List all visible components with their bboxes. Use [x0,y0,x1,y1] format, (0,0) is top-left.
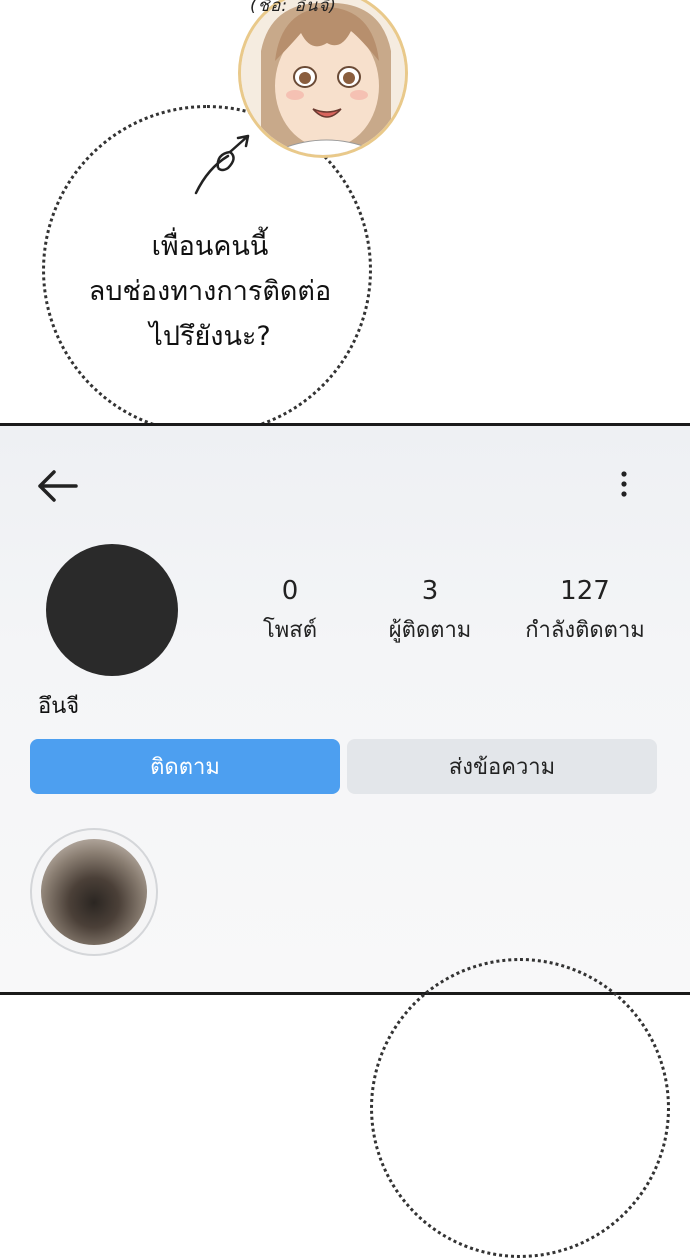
posts-count: 0 [281,576,299,606]
bubble-line-1: เพื่อนคนนี้ [151,231,269,262]
following-count: 127 [560,576,610,606]
profile-username: อึนจี [38,694,80,719]
back-arrow-icon [38,470,78,502]
doodle-arrow-icon [194,134,250,195]
message-button[interactable]: ส่งข้อความ [347,739,657,794]
more-vertical-icon [621,471,627,497]
posts-label: โพสต์ [262,618,318,643]
character-name-caption: (ชื่อ: อึนจี) [250,0,337,16]
character-portrait [238,0,408,158]
follow-button[interactable]: ติดตาม [30,739,340,794]
followers-label: ผู้ติดตาม [388,618,472,643]
stat-followers[interactable]: 3 ผู้ติดตาม [380,576,480,647]
stat-posts[interactable]: 0 โพสต์ [250,576,330,647]
following-label: กำลังติดตาม [525,618,645,643]
profile-avatar[interactable] [46,544,178,676]
bubble-line-3: ไปรึยังนะ? [149,321,271,352]
speech-bubble-outline-bottom [370,958,670,1258]
speech-bubble-text: เพื่อนคนนี้ ลบช่องทางการติดต่อ ไปรึยังนะ… [40,224,380,359]
back-button[interactable] [36,468,80,504]
stat-following[interactable]: 127 กำลังติดตาม [515,576,655,647]
bubble-line-2: ลบช่องทางการติดต่อ [88,276,332,307]
more-options-button[interactable] [612,466,636,502]
story-highlight[interactable] [30,828,158,956]
highlight-thumbnail [41,839,147,945]
followers-count: 3 [421,576,439,606]
profile-screen: 0 โพสต์ 3 ผู้ติดตาม 127 กำลังติดตาม อึนจ… [0,423,690,995]
